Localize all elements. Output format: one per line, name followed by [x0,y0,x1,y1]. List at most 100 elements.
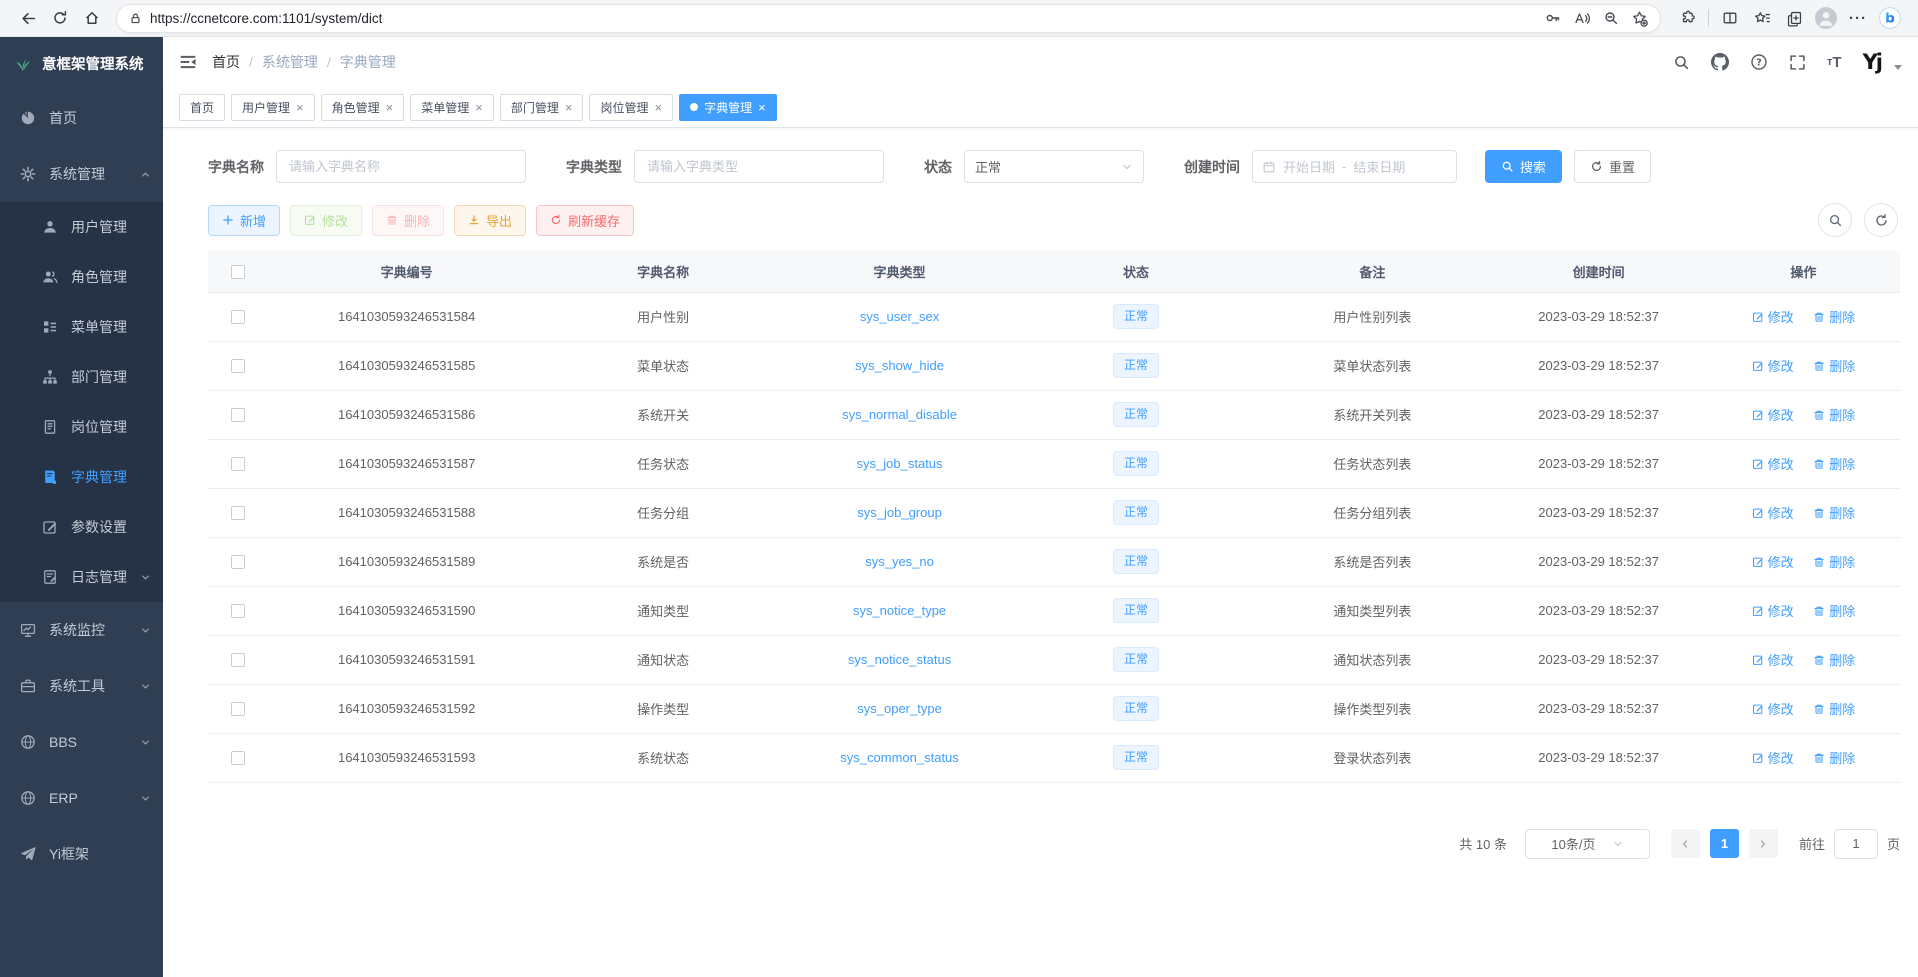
dict-type-link[interactable]: sys_yes_no [865,554,934,569]
caret-down-icon[interactable] [1894,65,1902,70]
page-size-select[interactable]: 10条/页 [1525,829,1650,859]
add-favorite-icon[interactable] [1625,5,1654,31]
sidebar-item-erp[interactable]: ERP [0,770,163,826]
sidebar-item-param-settings[interactable]: 参数设置 [0,502,163,552]
bing-chat-icon[interactable]: b [1874,3,1906,33]
row-delete-button[interactable]: 删除 [1813,650,1855,669]
close-icon[interactable]: × [654,101,662,114]
dict-type-link[interactable]: sys_job_status [857,456,943,471]
sidebar-item-home[interactable]: 首页 [0,90,163,146]
tab-dict-mgmt[interactable]: 字典管理 × [679,94,777,121]
row-edit-button[interactable]: 修改 [1752,503,1794,522]
row-edit-button[interactable]: 修改 [1752,405,1794,424]
favorites-icon[interactable] [1746,3,1778,33]
sidebar-item-bbs[interactable]: BBS [0,714,163,770]
duplicate-tab-icon[interactable] [1778,3,1810,33]
home-icon[interactable] [76,3,108,33]
row-edit-button[interactable]: 修改 [1752,748,1794,767]
sidebar-item-log-mgmt[interactable]: 日志管理 [0,552,163,602]
row-edit-button[interactable]: 修改 [1752,601,1794,620]
tab-post-mgmt[interactable]: 岗位管理 × [589,94,673,121]
tab-user-mgmt[interactable]: 用户管理 × [231,94,315,121]
row-delete-button[interactable]: 删除 [1813,307,1855,326]
row-checkbox[interactable] [231,604,245,618]
goto-page-input[interactable] [1834,829,1878,859]
row-delete-button[interactable]: 删除 [1813,405,1855,424]
row-checkbox[interactable] [231,653,245,667]
prev-page-button[interactable] [1671,829,1700,858]
row-delete-button[interactable]: 删除 [1813,552,1855,571]
sidebar-item-yi-framework[interactable]: Yi框架 [0,826,163,882]
status-select[interactable]: 正常 [964,150,1144,183]
row-edit-button[interactable]: 修改 [1752,699,1794,718]
dict-type-link[interactable]: sys_job_group [857,505,942,520]
fullscreen-icon[interactable] [1789,54,1806,71]
row-checkbox[interactable] [231,555,245,569]
zoom-out-icon[interactable] [1596,5,1625,31]
profile-avatar[interactable] [1810,3,1842,33]
dict-type-link[interactable]: sys_common_status [840,750,959,765]
close-icon[interactable]: × [296,101,304,114]
url-text[interactable]: https://ccnetcore.com:1101/system/dict [150,11,1530,26]
refresh-cache-button[interactable]: 刷新缓存 [536,205,634,236]
sidebar-item-post-mgmt[interactable]: 岗位管理 [0,402,163,452]
dict-type-link[interactable]: sys_notice_type [853,603,946,618]
dict-type-link[interactable]: sys_normal_disable [842,407,957,422]
dict-type-input[interactable] [634,150,884,183]
dict-type-link[interactable]: sys_user_sex [860,309,939,324]
row-edit-button[interactable]: 修改 [1752,454,1794,473]
tab-role-mgmt[interactable]: 角色管理 × [321,94,405,121]
delete-button[interactable]: 删除 [372,205,444,236]
row-delete-button[interactable]: 删除 [1813,503,1855,522]
read-aloud-icon[interactable] [1567,5,1596,31]
close-icon[interactable]: × [475,101,483,114]
toggle-search-icon[interactable] [1818,203,1852,237]
password-key-icon[interactable] [1538,5,1567,31]
row-edit-button[interactable]: 修改 [1752,307,1794,326]
close-icon[interactable]: × [386,101,394,114]
split-screen-icon[interactable] [1714,3,1746,33]
sidebar-item-user-mgmt[interactable]: 用户管理 [0,202,163,252]
refresh-table-icon[interactable] [1864,203,1898,237]
sidebar-item-dict-mgmt[interactable]: 字典管理 [0,452,163,502]
row-edit-button[interactable]: 修改 [1752,650,1794,669]
help-icon[interactable]: ? [1750,53,1768,71]
add-button[interactable]: 新增 [208,205,280,236]
row-delete-button[interactable]: 删除 [1813,454,1855,473]
row-delete-button[interactable]: 删除 [1813,356,1855,375]
close-icon[interactable]: × [758,101,766,114]
sidebar-item-dept-mgmt[interactable]: 部门管理 [0,352,163,402]
tab-menu-mgmt[interactable]: 菜单管理 × [410,94,494,121]
row-checkbox[interactable] [231,702,245,716]
row-checkbox[interactable] [231,751,245,765]
export-button[interactable]: 导出 [454,205,526,236]
row-checkbox[interactable] [231,408,245,422]
dict-type-link[interactable]: sys_notice_status [848,652,951,667]
date-range-picker[interactable]: 开始日期 - 结束日期 [1252,150,1457,183]
edit-button[interactable]: 修改 [290,205,362,236]
select-all-checkbox[interactable] [231,265,245,279]
header-search-icon[interactable] [1673,54,1690,71]
dict-type-link[interactable]: sys_oper_type [857,701,942,716]
row-checkbox[interactable] [231,506,245,520]
back-icon[interactable] [12,3,44,33]
row-delete-button[interactable]: 删除 [1813,748,1855,767]
sidebar-fold-icon[interactable] [179,53,197,71]
sidebar-item-system-monitor[interactable]: 系统监控 [0,602,163,658]
row-edit-button[interactable]: 修改 [1752,552,1794,571]
tab-home[interactable]: 首页 [179,94,225,121]
settings-more-icon[interactable]: ··· [1842,3,1874,33]
row-delete-button[interactable]: 删除 [1813,601,1855,620]
sidebar-item-menu-mgmt[interactable]: 菜单管理 [0,302,163,352]
search-button[interactable]: 搜索 [1485,150,1562,183]
row-delete-button[interactable]: 删除 [1813,699,1855,718]
github-icon[interactable] [1711,53,1729,71]
extensions-icon[interactable] [1671,3,1703,33]
tab-dept-mgmt[interactable]: 部门管理 × [500,94,584,121]
next-page-button[interactable] [1749,829,1778,858]
font-size-icon[interactable]: тT [1827,54,1842,71]
sidebar-item-system-mgmt[interactable]: 系统管理 [0,146,163,202]
sidebar-item-role-mgmt[interactable]: 角色管理 [0,252,163,302]
address-bar[interactable]: https://ccnetcore.com:1101/system/dict [116,4,1661,33]
reset-button[interactable]: 重置 [1574,150,1651,183]
